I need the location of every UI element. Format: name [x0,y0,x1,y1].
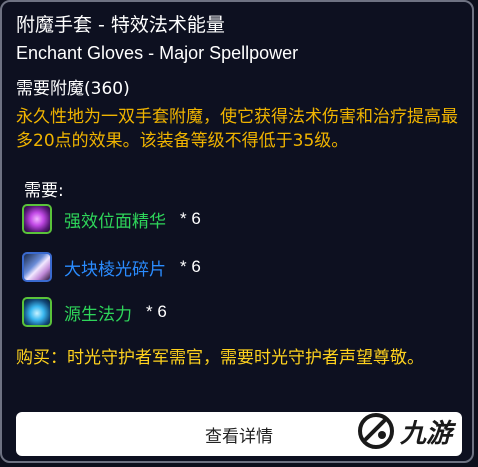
item-title: 附魔手套 - 特效法术能量 [16,14,225,36]
watermark: 九游 [356,407,464,455]
watermark-text: 九游 [400,418,453,449]
material-qty: * 6 [180,257,201,276]
jiuyou-logo-icon [356,411,396,451]
material-row-primal-mana[interactable]: 源生法力 * 6 [22,295,167,329]
material-row-prismatic-shard[interactable]: 大块棱光碎片 * 6 [22,250,201,284]
essence-icon [22,204,52,234]
skill-requirement: 需要附魔(360) [16,79,130,99]
purchase-info: 购买：时光守护者军需官，需要时光守护者声望尊敬。 [16,348,424,368]
primal-mana-icon [22,297,52,327]
item-subtitle: Enchant Gloves - Major Spellpower [16,43,299,63]
material-qty: * 6 [146,302,167,321]
materials-label: 需要: [24,181,64,201]
material-row-essence[interactable]: 强效位面精华 * 6 [22,202,201,236]
item-tooltip: 附魔手套 - 特效法术能量 Enchant Gloves - Major Spe… [0,0,474,463]
material-qty: * 6 [180,209,201,228]
material-name[interactable]: 源生法力 [64,300,132,325]
material-name[interactable]: 强效位面精华 [64,207,166,232]
prismatic-shard-icon [22,252,52,282]
material-name[interactable]: 大块棱光碎片 [64,255,166,280]
item-description: 永久性地为一双手套附魔，使它获得法术伤害和治疗提高最多20点的效果。该装备等级不… [16,107,458,151]
